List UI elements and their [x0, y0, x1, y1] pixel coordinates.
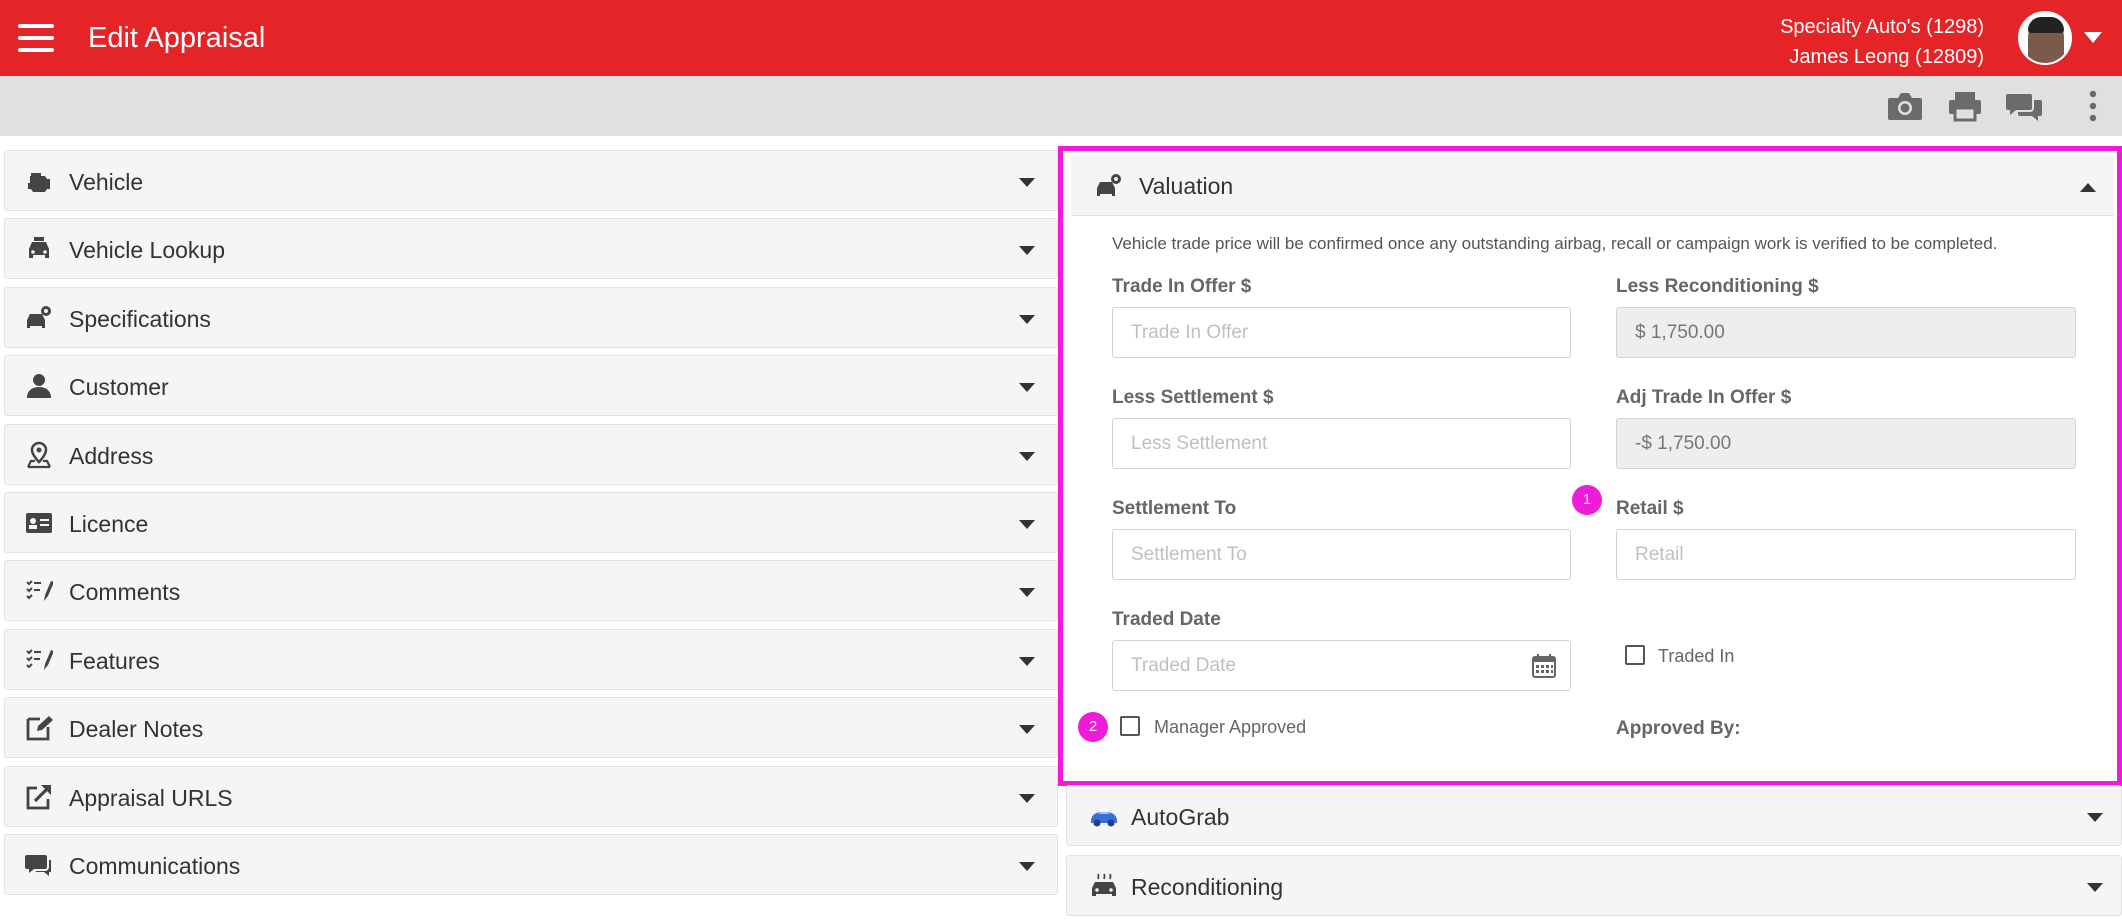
chevron-up-icon	[2080, 183, 2096, 192]
section-label: Vehicle Lookup	[69, 237, 226, 264]
section-list: Vehicle Vehicle Lookup Specifications Cu…	[4, 150, 1058, 902]
chevron-down-icon	[1019, 314, 1035, 324]
avatar[interactable]	[2018, 11, 2072, 65]
adj-trade-in-offer-input	[1616, 418, 2076, 469]
action-toolbar	[0, 76, 2122, 136]
annotation-marker-1: 1	[1572, 485, 1602, 515]
section-label: Reconditioning	[1131, 874, 1284, 900]
traded-in-label: Traded In	[1658, 646, 1735, 666]
trade-in-offer-input[interactable]	[1112, 307, 1571, 358]
car-gear-icon	[27, 305, 51, 328]
chevron-down-icon	[1019, 246, 1035, 256]
page-title: Edit Appraisal	[88, 22, 266, 54]
top-bar: Edit Appraisal Specialty Auto's (1298) J…	[0, 0, 2122, 76]
chevron-down-icon	[1019, 656, 1035, 666]
section-communications[interactable]: Communications	[4, 833, 1058, 895]
car-wash-icon	[1092, 873, 1116, 896]
section-label: Customer	[69, 374, 169, 401]
chevron-down-icon	[1019, 451, 1035, 461]
section-valuation[interactable]: Valuation	[1071, 156, 2114, 216]
section-label: Comments	[69, 579, 181, 606]
checklist-pen-icon	[26, 649, 53, 670]
manager-approved-checkbox[interactable]	[1120, 716, 1140, 736]
section-label: Licence	[69, 510, 149, 537]
more-vertical-icon[interactable]	[2074, 90, 2112, 122]
section-customer[interactable]: Customer	[4, 355, 1058, 417]
section-label: Valuation	[1139, 173, 1234, 199]
external-link-icon	[26, 784, 51, 809]
section-dealer-notes[interactable]: Dealer Notes	[4, 697, 1058, 759]
less-settlement-input[interactable]	[1112, 418, 1571, 469]
chat-icon	[25, 854, 51, 876]
print-icon[interactable]	[1946, 90, 1984, 122]
section-address[interactable]: Address	[4, 423, 1058, 485]
section-comments[interactable]: Comments	[4, 560, 1058, 622]
approved-by-label: Approved By:	[1616, 718, 1741, 739]
manager-approved-label: Manager Approved	[1154, 717, 1307, 737]
section-label: Communications	[69, 852, 241, 879]
user-menu-caret-icon[interactable]	[2084, 32, 2102, 43]
traded-date-input[interactable]	[1112, 640, 1571, 691]
chevron-down-icon	[1019, 588, 1035, 598]
chevron-down-icon	[2087, 813, 2103, 822]
section-autograb[interactable]: AutoGrab	[1066, 785, 2122, 846]
car-search-icon	[29, 237, 49, 259]
section-features[interactable]: Features	[4, 628, 1058, 690]
section-appraisal-urls[interactable]: Appraisal URLS	[4, 765, 1058, 827]
section-label: Features	[69, 647, 160, 674]
less-settlement-label: Less Settlement $	[1112, 387, 1274, 408]
section-vehicle[interactable]: Vehicle	[4, 150, 1058, 211]
trade-in-offer-label: Trade In Offer $	[1112, 276, 1252, 297]
chat-icon[interactable]	[2006, 90, 2044, 122]
section-label: AutoGrab	[1131, 804, 1230, 830]
section-label: Appraisal URLS	[69, 784, 233, 811]
settlement-to-input[interactable]	[1112, 529, 1571, 580]
adj-trade-in-offer-label: Adj Trade In Offer $	[1616, 387, 1792, 408]
section-label: Vehicle	[69, 169, 144, 195]
traded-date-label: Traded Date	[1112, 609, 1221, 630]
car-gear-icon	[1097, 174, 1121, 196]
section-label: Specifications	[69, 305, 211, 332]
settlement-to-label: Settlement To	[1112, 498, 1237, 519]
user-name: James Leong (12809)	[1789, 46, 1984, 68]
retail-label: Retail $	[1616, 498, 1684, 519]
checklist-pen-icon	[26, 580, 53, 602]
chevron-down-icon	[1019, 861, 1035, 871]
section-label: Address	[69, 442, 154, 469]
menu-icon[interactable]	[18, 24, 54, 52]
section-licence[interactable]: Licence	[4, 491, 1058, 553]
chevron-down-icon	[1019, 725, 1035, 735]
section-vehicle-lookup[interactable]: Vehicle Lookup	[4, 218, 1058, 280]
section-specifications[interactable]: Specifications	[4, 286, 1058, 348]
camera-icon[interactable]	[1886, 90, 1924, 122]
chevron-down-icon	[1019, 519, 1035, 529]
annotation-marker-2: 2	[1078, 712, 1108, 742]
chevron-down-icon	[1019, 178, 1035, 187]
id-card-icon	[26, 512, 52, 533]
autograb-car-icon	[1091, 812, 1117, 827]
chevron-down-icon	[1019, 383, 1035, 393]
engine-icon	[28, 173, 50, 192]
user-info: Specialty Auto's (1298) James Leong (128…	[1780, 12, 1984, 72]
retail-input[interactable]	[1616, 529, 2076, 580]
valuation-notice: Vehicle trade price will be confirmed on…	[1112, 234, 1998, 253]
valuation-panel: Valuation Vehicle trade price will be co…	[1058, 146, 2122, 786]
edit-square-icon	[26, 716, 53, 741]
section-label: Dealer Notes	[69, 716, 204, 743]
person-icon	[27, 374, 51, 399]
calendar-icon[interactable]	[1531, 653, 1557, 679]
dealer-name: Specialty Auto's (1298)	[1780, 16, 1984, 38]
chevron-down-icon	[2087, 883, 2103, 892]
less-reconditioning-label: Less Reconditioning $	[1616, 276, 1819, 297]
map-pin-icon	[27, 441, 51, 468]
traded-in-checkbox[interactable]	[1625, 645, 1645, 665]
less-reconditioning-input	[1616, 307, 2076, 358]
chevron-down-icon	[1019, 793, 1035, 803]
section-reconditioning[interactable]: Reconditioning	[1066, 855, 2122, 916]
